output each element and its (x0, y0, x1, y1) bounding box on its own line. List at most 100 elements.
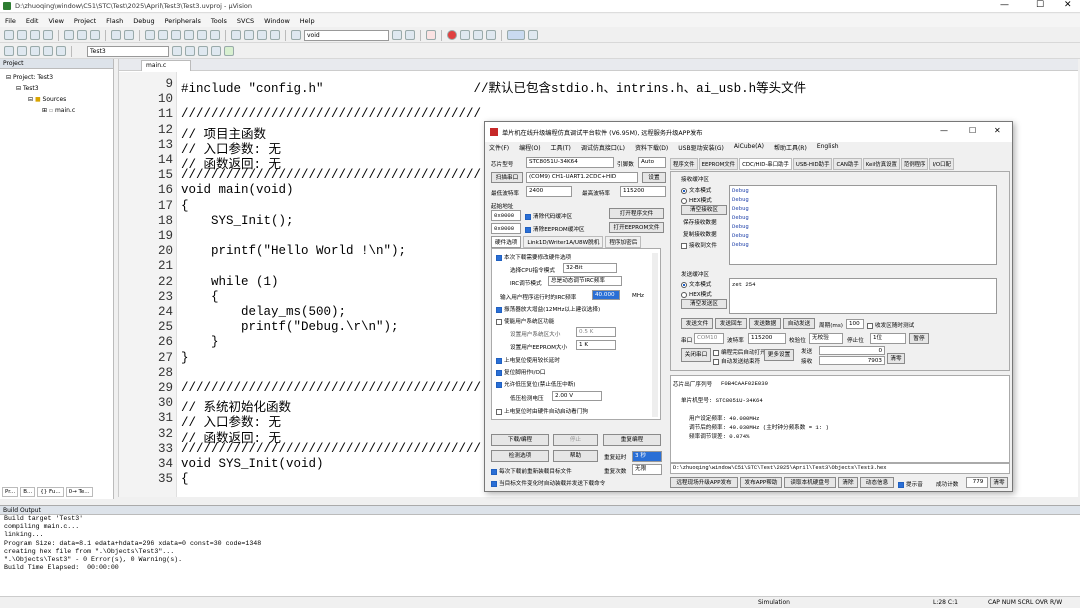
tab-books[interactable]: B... (20, 487, 36, 497)
menu-flash[interactable]: Flash (101, 17, 128, 25)
code-line[interactable]: { (181, 472, 189, 486)
isp-menu-item[interactable]: 帮助工具(R) (774, 143, 807, 152)
recv-hex-mode-radio[interactable]: HEX模式 (681, 196, 712, 204)
clear-code-checkbox[interactable]: 清除代码缓冲区 (525, 212, 572, 220)
baud-select[interactable]: 115200 (748, 333, 786, 344)
min-baud-select[interactable]: 2400 (526, 186, 572, 197)
send-text-area[interactable]: zet 254 (729, 278, 997, 314)
repeat-program-button[interactable]: 重复编程 (603, 434, 661, 446)
code-line[interactable]: //////////////////////////////////////// (181, 107, 481, 121)
right-tab[interactable]: USB-HID助手 (792, 158, 833, 170)
open-eeprom-file-button[interactable]: 打开EEPROM文件 (609, 222, 664, 233)
right-tab[interactable]: CAN助手 (833, 158, 862, 170)
irc-freq-input[interactable]: 40.000 (592, 290, 620, 300)
dynamic-info-button[interactable]: 动态信息 (860, 477, 894, 488)
open-file-icon[interactable] (17, 30, 27, 40)
code-line[interactable]: delay_ms(500); (181, 305, 346, 319)
code-line[interactable]: void SYS_Init(void) (181, 457, 324, 471)
indent-icon[interactable] (231, 30, 241, 40)
send-file-button[interactable]: 发送文件 (681, 318, 713, 329)
redo-icon[interactable] (124, 30, 134, 40)
reset-pin-io-checkbox[interactable]: 复位脚用作I/O口 (496, 368, 546, 376)
app-help-button[interactable]: 发布APP帮助 (740, 477, 782, 488)
tab-hw-options[interactable]: 硬件选项 (491, 236, 522, 248)
isp-menu-item[interactable]: 文件(F) (489, 143, 509, 152)
close-button[interactable]: ✕ (1064, 0, 1072, 10)
stop-bits-select[interactable]: 1位 (870, 333, 906, 344)
tab-offline-writer[interactable]: Link1D/Writer1A/U8W脱机 (523, 236, 604, 248)
chip-model-select[interactable]: STC8051U-34K64 (526, 157, 614, 168)
send-data-button[interactable]: 发送数据 (749, 318, 781, 329)
hw-options-scrollbar[interactable] (652, 253, 658, 417)
low-voltage-reset-checkbox[interactable]: 允许低压复位(禁止低压中断) (496, 380, 576, 388)
tab-templates[interactable]: 0→ Te... (65, 487, 93, 497)
download-icon[interactable] (56, 46, 66, 56)
code-line[interactable]: printf("Hello World !\n"); (181, 244, 406, 258)
period-input[interactable]: 100 (846, 319, 864, 329)
clear-button[interactable]: 清除 (838, 477, 858, 488)
reload-before-download-checkbox[interactable]: 每次下载前重新装载目标文件 (491, 467, 572, 475)
download-program-button[interactable]: 下载/编程 (491, 434, 549, 446)
comment-icon[interactable] (257, 30, 267, 40)
more-settings-button[interactable]: 更多设置 (764, 349, 794, 361)
pause-button[interactable]: 暂停 (909, 333, 929, 344)
nav-forward-icon[interactable] (158, 30, 168, 40)
breakpoint-disable-all-icon[interactable] (473, 30, 483, 40)
clear-receive-button[interactable]: 清空接收区 (681, 205, 727, 215)
open-program-file-button[interactable]: 打开程序文件 (609, 208, 664, 219)
rebuild-icon[interactable] (30, 46, 40, 56)
menu-help[interactable]: Help (295, 17, 320, 25)
isp-maximize-button[interactable]: ☐ (969, 126, 976, 135)
menu-file[interactable]: File (0, 17, 21, 25)
maximize-button[interactable]: ☐ (1036, 0, 1044, 10)
right-tab[interactable]: EEPROM文件 (698, 158, 739, 170)
manage-components-icon[interactable] (198, 46, 208, 56)
configure-icon[interactable] (528, 30, 538, 40)
eeprom-size-select[interactable]: 1 K (576, 340, 616, 350)
code-line[interactable]: SYS_Init(); (181, 214, 294, 228)
bookmark-next-icon[interactable] (197, 30, 207, 40)
auto-reload-checkbox[interactable]: 当目标文件变化时自动装载并发送下载命令 (491, 479, 605, 487)
translate-icon[interactable] (4, 46, 14, 56)
undo-icon[interactable] (111, 30, 121, 40)
cut-icon[interactable] (64, 30, 74, 40)
osc-gain-checkbox[interactable]: 振荡器放大增益(12MHz以上建议选择) (496, 305, 600, 313)
remote-upgrade-button[interactable]: 远程现场升级APP发布 (670, 477, 738, 488)
isp-menu-item[interactable]: 工具(T) (551, 143, 571, 152)
repeat-delay-select[interactable]: 3 秒 (632, 451, 662, 462)
breakpoint-insert-icon[interactable] (447, 30, 457, 40)
unindent-icon[interactable] (244, 30, 254, 40)
code-line[interactable]: //////////////////////////////////////// (181, 442, 481, 456)
paste-icon[interactable] (90, 30, 100, 40)
program-address-input[interactable]: 0x0000 (491, 210, 521, 221)
menu-tools[interactable]: Tools (206, 17, 232, 25)
receive-text-area[interactable]: Debug Debug Debug Debug Debug Debug Debug (729, 185, 997, 265)
menu-view[interactable]: View (43, 17, 68, 25)
eeprom-address-input[interactable]: 0x0000 (491, 223, 521, 234)
receive-to-file-checkbox[interactable]: 接收到文件 (681, 241, 717, 249)
tree-target[interactable]: ⊟ Test3 (2, 83, 111, 94)
user-system-area-checkbox[interactable]: 使能用户系统区功能 (496, 317, 554, 325)
save-receive-button[interactable]: 保存接收数据 (683, 218, 717, 226)
target-combo[interactable]: Test3 (87, 45, 169, 57)
menu-debug[interactable]: Debug (128, 17, 159, 25)
modify-hw-options-checkbox[interactable]: 本次下载需要修改硬件选项 (496, 253, 571, 261)
isp-close-button[interactable]: ✕ (994, 126, 1001, 135)
isp-menu-item[interactable]: 编程(O) (519, 143, 540, 152)
auto-watchdog-checkbox[interactable]: 上电复位时由硬件自动启动看门狗 (496, 407, 588, 415)
detect-options-button[interactable]: 检测选项 (491, 450, 549, 462)
right-tab[interactable]: 范例程序 (900, 158, 929, 170)
port-settings-button[interactable]: 设置 (642, 172, 666, 183)
auto-send-button[interactable]: 自动发送 (783, 318, 815, 329)
window-layout-icon[interactable] (507, 30, 525, 40)
right-tab[interactable]: CDC/HID-串口助手 (739, 158, 792, 170)
function-combo[interactable]: void (304, 29, 389, 41)
isp-minimize-button[interactable]: — (940, 126, 948, 135)
max-baud-select[interactable]: 115200 (620, 186, 666, 197)
code-line[interactable]: { (181, 199, 189, 213)
save-icon[interactable] (30, 30, 40, 40)
right-tab[interactable]: 程序文件 (670, 158, 698, 170)
isp-menu-item[interactable]: 资料下载(D) (635, 143, 668, 152)
bookmark-prev-icon[interactable] (184, 30, 194, 40)
build-icon[interactable] (17, 46, 27, 56)
